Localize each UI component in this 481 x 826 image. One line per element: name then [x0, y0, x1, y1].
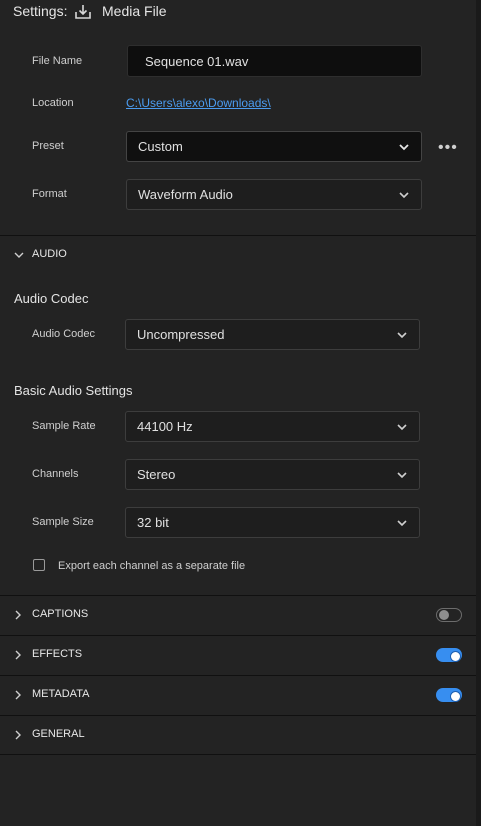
- media-file-label: Media File: [102, 3, 167, 19]
- divider: [0, 754, 476, 755]
- chevron-right-icon[interactable]: [12, 729, 24, 741]
- preset-dropdown[interactable]: Custom: [126, 131, 422, 162]
- sample-rate-value: 44100 Hz: [137, 419, 193, 434]
- panel-edge: [476, 0, 481, 826]
- divider: [0, 235, 476, 236]
- chevron-right-icon[interactable]: [12, 689, 24, 701]
- location-link[interactable]: C:\Users\alexo\Downloads\: [126, 96, 271, 110]
- separate-file-checkbox[interactable]: [33, 559, 45, 571]
- metadata-section-header[interactable]: METADATA: [32, 688, 89, 700]
- location-label: Location: [32, 97, 74, 109]
- divider: [0, 675, 476, 676]
- sample-size-dropdown[interactable]: 32 bit: [125, 507, 420, 538]
- audio-codec-value: Uncompressed: [137, 327, 225, 342]
- audio-codec-dropdown[interactable]: Uncompressed: [125, 319, 420, 350]
- chevron-down-icon: [397, 471, 407, 478]
- chevron-down-icon[interactable]: [13, 249, 25, 261]
- channels-dropdown[interactable]: Stereo: [125, 459, 420, 490]
- chevron-down-icon: [397, 423, 407, 430]
- divider: [0, 635, 476, 636]
- format-dropdown[interactable]: Waveform Audio: [126, 179, 422, 210]
- captions-section-header[interactable]: CAPTIONS: [32, 608, 88, 620]
- sample-rate-dropdown[interactable]: 44100 Hz: [125, 411, 420, 442]
- settings-title: Settings:: [13, 3, 68, 19]
- divider: [0, 715, 476, 716]
- sample-size-label: Sample Size: [32, 516, 94, 528]
- chevron-down-icon: [397, 331, 407, 338]
- channels-value: Stereo: [137, 467, 176, 482]
- captions-toggle[interactable]: [436, 608, 462, 622]
- chevron-down-icon: [399, 191, 409, 198]
- chevron-down-icon: [397, 519, 407, 526]
- effects-section-header[interactable]: EFFECTS: [32, 648, 82, 660]
- file-name-value: Sequence 01.wav: [145, 53, 249, 69]
- chevron-down-icon: [399, 143, 409, 150]
- file-name-label: File Name: [32, 55, 83, 67]
- preset-label: Preset: [32, 140, 64, 152]
- format-value: Waveform Audio: [138, 187, 233, 202]
- audio-codec-label: Audio Codec: [32, 328, 95, 340]
- export-icon[interactable]: [74, 3, 92, 21]
- effects-toggle[interactable]: [436, 648, 462, 662]
- file-name-input[interactable]: Sequence 01.wav: [127, 45, 422, 77]
- audio-section-header[interactable]: AUDIO: [32, 248, 67, 260]
- chevron-right-icon[interactable]: [12, 609, 24, 621]
- general-section-header[interactable]: GENERAL: [32, 728, 85, 740]
- sample-rate-label: Sample Rate: [32, 420, 96, 432]
- audio-codec-heading: Audio Codec: [14, 291, 89, 306]
- preset-value: Custom: [138, 139, 183, 154]
- separate-file-label: Export each channel as a separate file: [58, 560, 246, 572]
- metadata-toggle[interactable]: [436, 688, 462, 702]
- divider: [0, 595, 476, 596]
- channels-label: Channels: [32, 468, 79, 480]
- sample-size-value: 32 bit: [137, 515, 169, 530]
- more-options-icon[interactable]: •••: [438, 139, 458, 157]
- chevron-right-icon[interactable]: [12, 649, 24, 661]
- format-label: Format: [32, 188, 67, 200]
- basic-audio-settings-heading: Basic Audio Settings: [14, 383, 133, 398]
